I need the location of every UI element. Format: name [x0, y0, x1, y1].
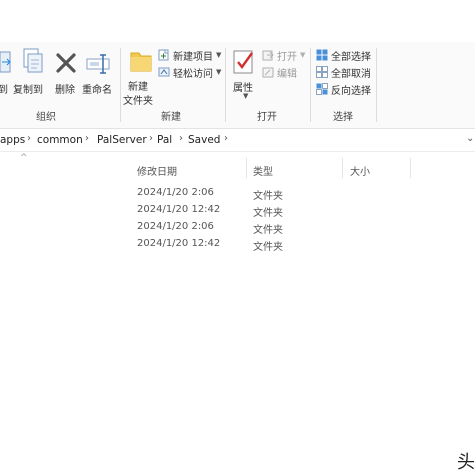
breadcrumb-palserver[interactable]: PalServer: [97, 134, 147, 146]
file-row[interactable]: 2024/1/20 12:42 文件夹: [130, 236, 430, 253]
breadcrumb-apps[interactable]: apps: [0, 134, 25, 146]
new-item-dropdown-icon: ▼: [216, 51, 222, 59]
select-all-button[interactable]: 全部选择: [316, 47, 371, 63]
easy-access-icon: [158, 66, 170, 78]
column-separator[interactable]: [342, 158, 343, 178]
invert-selection-icon: [316, 83, 328, 95]
address-bar[interactable]: apps › common › PalServer › Pal › Saved …: [0, 129, 475, 152]
breadcrumb-separator-icon: ›: [224, 133, 228, 144]
invert-selection-button[interactable]: 反向选择: [316, 81, 371, 97]
column-header-type[interactable]: 类型: [253, 163, 273, 178]
move-to-label: 移动到: [0, 85, 8, 96]
file-date: 2024/1/20 12:42: [137, 238, 221, 249]
new-item-label: 新建项目: [173, 51, 213, 63]
file-type: 文件夹: [253, 191, 283, 202]
column-header-date[interactable]: 修改日期: [137, 163, 177, 178]
select-all-label: 全部选择: [331, 51, 371, 63]
new-item-button[interactable]: 新建项目 ▼: [158, 47, 221, 63]
window-top-area: [0, 0, 475, 42]
open-label: 打开: [277, 51, 297, 63]
file-type: 文件夹: [253, 208, 283, 219]
file-row[interactable]: 2024/1/20 2:06 文件夹: [130, 185, 430, 202]
select-none-label: 全部取消: [331, 68, 371, 80]
easy-access-dropdown-icon: ▼: [216, 68, 222, 76]
file-row[interactable]: 2024/1/20 12:42 文件夹: [130, 202, 430, 219]
open-group-label: 打开: [257, 112, 277, 123]
file-type: 文件夹: [253, 225, 283, 236]
file-row[interactable]: 2024/1/20 2:06 文件夹: [130, 219, 430, 236]
edit-button[interactable]: 编辑: [262, 64, 297, 80]
copy-to-icon: [23, 48, 43, 73]
select-group-label: 选择: [333, 112, 353, 123]
delete-button[interactable]: 删除: [53, 48, 79, 98]
breadcrumb-pal[interactable]: Pal: [157, 134, 172, 146]
move-to-icon: [0, 51, 11, 73]
properties-icon: [233, 50, 253, 74]
file-type: 文件夹: [253, 242, 283, 253]
move-to-button[interactable]: 移动到: [0, 48, 14, 98]
new-folder-icon: [130, 52, 152, 72]
file-date: 2024/1/20 2:06: [137, 221, 214, 232]
properties-dropdown-icon: ▼: [243, 92, 249, 100]
easy-access-label: 轻松访问: [173, 68, 213, 80]
edit-icon: [262, 66, 274, 78]
address-dropdown-icon[interactable]: ⌄: [466, 133, 474, 144]
open-button[interactable]: 打开 ▼: [262, 47, 305, 63]
delete-label: 删除: [55, 85, 75, 96]
rename-icon: [86, 54, 110, 74]
breadcrumb-saved[interactable]: Saved: [188, 134, 220, 146]
copy-to-button[interactable]: 复制到: [13, 48, 46, 98]
breadcrumb-separator-icon: ›: [27, 133, 31, 144]
breadcrumb-separator-icon: ›: [179, 133, 183, 144]
ribbon-separator: [310, 48, 311, 122]
new-item-icon: [158, 49, 170, 61]
sort-up-icon: ^: [20, 153, 28, 163]
edit-label: 编辑: [277, 68, 297, 80]
easy-access-button[interactable]: 轻松访问 ▼: [158, 64, 221, 80]
delete-icon: [56, 53, 76, 73]
select-all-icon: [316, 49, 328, 61]
breadcrumb-common[interactable]: common: [37, 134, 83, 146]
invert-selection-label: 反向选择: [331, 85, 371, 97]
column-separator[interactable]: [410, 158, 411, 178]
new-folder-button[interactable]: 新建 文件夹: [122, 46, 158, 107]
ribbon: 移动到 复制到 删除 重命名 组织 新建 文件夹: [0, 42, 475, 129]
new-group-label: 新建: [161, 112, 181, 123]
breadcrumb-separator-icon: ›: [149, 133, 153, 144]
rename-label: 重命名: [82, 85, 112, 96]
organize-group-label: 组织: [36, 112, 56, 123]
file-date: 2024/1/20 2:06: [137, 187, 214, 198]
ribbon-separator: [376, 48, 377, 122]
select-none-button[interactable]: 全部取消: [316, 64, 371, 80]
ribbon-separator: [120, 48, 121, 122]
ribbon-separator: [225, 48, 226, 122]
breadcrumb-separator-icon: ›: [85, 133, 89, 144]
new-folder-label-line1: 新建: [128, 82, 148, 93]
open-icon: [262, 49, 274, 61]
column-header-size[interactable]: 大小: [350, 163, 370, 178]
copy-to-label: 复制到: [13, 85, 43, 96]
select-none-icon: [316, 66, 328, 78]
properties-button[interactable]: 属性 ▼: [228, 46, 260, 108]
watermark-logo: 头: [457, 452, 475, 473]
new-folder-label-line2: 文件夹: [123, 96, 153, 107]
open-dropdown-icon: ▼: [300, 51, 306, 59]
file-date: 2024/1/20 12:42: [137, 204, 221, 215]
column-separator[interactable]: [246, 158, 247, 178]
rename-button[interactable]: 重命名: [82, 48, 115, 98]
